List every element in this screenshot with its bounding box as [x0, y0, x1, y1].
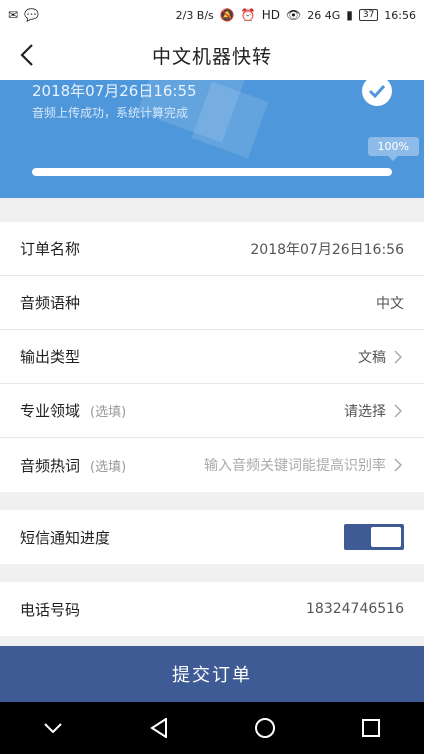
back-arrow-icon — [20, 44, 33, 66]
chevron-right-icon — [394, 349, 404, 365]
checkmark-icon — [362, 80, 392, 106]
output-type-row[interactable]: 输出类型 文稿 — [0, 330, 424, 384]
back-button[interactable] — [12, 38, 42, 72]
domain-label: 专业领域 — [20, 402, 81, 420]
mute-icon: 🔕 — [219, 8, 235, 22]
wechat-icon: 💬 — [24, 8, 40, 22]
eye-icon: 👁 — [285, 8, 302, 22]
domain-row[interactable]: 专业领域 (选填) 请选择 — [0, 384, 424, 438]
order-name-row: 订单名称 2018年07月26日16:56 — [0, 222, 424, 276]
phone-value[interactable]: 18324746516 — [306, 601, 404, 617]
order-info-section: 订单名称 2018年07月26日16:56 音频语种 中文 输出类型 文稿 专业… — [0, 222, 424, 492]
status-bar: ✉ 💬 2/3 B/s 🔕 ⏰ HD 👁 26 4G ▮ 37 16:56 — [0, 0, 424, 30]
audio-language-row: 音频语种 中文 — [0, 276, 424, 330]
phone-label: 电话号码 — [20, 600, 81, 619]
output-type-value: 文稿 — [358, 349, 386, 366]
chevron-right-icon — [394, 457, 404, 473]
audio-language-value: 中文 — [376, 295, 404, 312]
hotwords-row[interactable]: 音频热词 (选填) 输入音频关键词能提高识别率 — [0, 438, 424, 492]
audio-language-label: 音频语种 — [20, 294, 81, 312]
progress-percent-label: 100% — [367, 137, 419, 161]
phone-row[interactable]: 电话号码 18324746516 — [0, 582, 424, 636]
toggle-knob — [371, 527, 401, 547]
notification-icon: ✉ — [8, 8, 19, 22]
notification-section: 短信通知进度 — [0, 510, 424, 564]
contact-section: 电话号码 18324746516 — [0, 582, 424, 636]
back-triangle-icon[interactable] — [139, 708, 179, 748]
sms-notify-label: 短信通知进度 — [20, 528, 111, 547]
battery-icon: 37 — [358, 9, 379, 21]
upload-date: 2018年07月26日16:55 — [32, 82, 197, 100]
output-type-label: 输出类型 — [20, 348, 81, 366]
chevron-down-icon[interactable] — [33, 708, 73, 748]
clock: 16:56 — [384, 8, 416, 22]
signal-icon: ▮ — [346, 8, 353, 22]
domain-value: 请选择 — [344, 403, 386, 420]
sms-notify-toggle[interactable] — [344, 524, 404, 550]
home-circle-icon[interactable] — [245, 708, 285, 748]
system-nav-bar — [0, 702, 424, 754]
hd-icon: HD — [261, 8, 280, 22]
network-speed: 2/3 B/s — [175, 8, 214, 22]
chevron-right-icon — [394, 403, 404, 419]
order-name-label: 订单名称 — [20, 240, 81, 258]
title-bar: 中文机器快转 — [0, 30, 424, 80]
upload-status-banner: 2018年07月26日16:55 音频上传成功，系统计算完成 100% — [0, 80, 424, 198]
upload-status-text: 音频上传成功，系统计算完成 — [32, 106, 189, 120]
progress-fill — [32, 168, 392, 176]
order-name-value: 2018年07月26日16:56 — [250, 241, 404, 258]
progress-bar — [32, 168, 392, 176]
hotwords-input[interactable]: 输入音频关键词能提高识别率 — [204, 455, 386, 475]
network-type: 26 4G — [307, 8, 341, 22]
page-title: 中文机器快转 — [151, 45, 272, 68]
hotwords-optional-hint: (选填) — [90, 459, 127, 475]
hotwords-label: 音频热词 — [20, 456, 81, 475]
submit-order-button[interactable]: 提交订单 — [0, 646, 424, 702]
sms-notify-row: 短信通知进度 — [0, 510, 424, 564]
alarm-icon: ⏰ — [240, 8, 256, 22]
domain-optional-hint: (选填) — [90, 405, 127, 420]
recents-square-icon[interactable] — [351, 708, 391, 748]
